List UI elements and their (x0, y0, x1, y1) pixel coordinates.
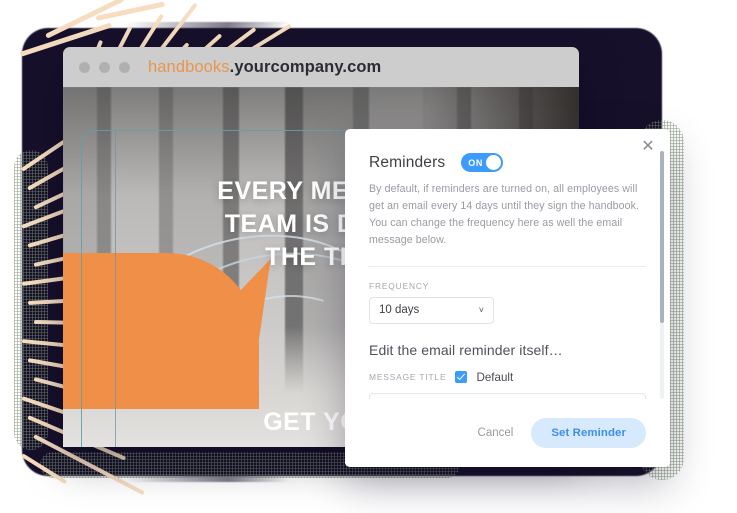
modal-description: By default, if reminders are turned on, … (369, 183, 640, 247)
peach-stroke (20, 453, 68, 485)
cancel-button[interactable]: Cancel (478, 427, 514, 439)
modal-footer: Cancel Set Reminder (345, 399, 670, 467)
url-domain: .yourcompany.com (229, 57, 382, 76)
url-host: handbooks (148, 57, 230, 76)
minimize-dot-icon[interactable] (99, 61, 110, 73)
message-title-checkbox[interactable] (455, 371, 468, 384)
peach-stroke (95, 1, 165, 21)
modal-title: Reminders (369, 153, 446, 171)
message-title-row: MESSAGE TITLE Default (369, 371, 646, 384)
frequency-select[interactable]: 10 days ˅ (369, 296, 494, 324)
toggle-state-label: ON (468, 157, 483, 168)
close-icon[interactable]: ✕ (638, 137, 658, 157)
message-title-checkbox-label: Default (476, 370, 514, 384)
maximize-dot-icon[interactable] (119, 61, 130, 73)
address-bar[interactable]: handbooks.yourcompany.com (148, 58, 381, 77)
window-control-dots (79, 61, 130, 73)
reminders-modal: ✕ Reminders ON By default, if reminders … (345, 129, 670, 467)
section-divider-top (369, 265, 646, 267)
frequency-value: 10 days (379, 304, 420, 317)
peach-stroke (45, 0, 125, 39)
frequency-label: FREQUENCY (369, 280, 430, 291)
noise-texture-left (14, 150, 48, 450)
browser-titlebar: handbooks.yourcompany.com (63, 47, 579, 87)
modal-scrollbar-thumb[interactable] (660, 151, 664, 323)
message-title-label: MESSAGE TITLE (369, 372, 447, 383)
chevron-down-icon: ˅ (478, 304, 484, 315)
modal-header: Reminders ON (369, 153, 646, 172)
modal-subtitle: Edit the email reminder itself… (369, 341, 563, 358)
reminders-toggle[interactable]: ON (461, 153, 504, 172)
set-reminder-button[interactable]: Set Reminder (531, 418, 646, 448)
peach-stroke (20, 139, 67, 172)
close-dot-icon[interactable] (79, 61, 90, 73)
toggle-knob (486, 155, 502, 170)
screenshot-root: handbooks.yourcompany.com EVERY MEMBER T… (0, 0, 737, 513)
